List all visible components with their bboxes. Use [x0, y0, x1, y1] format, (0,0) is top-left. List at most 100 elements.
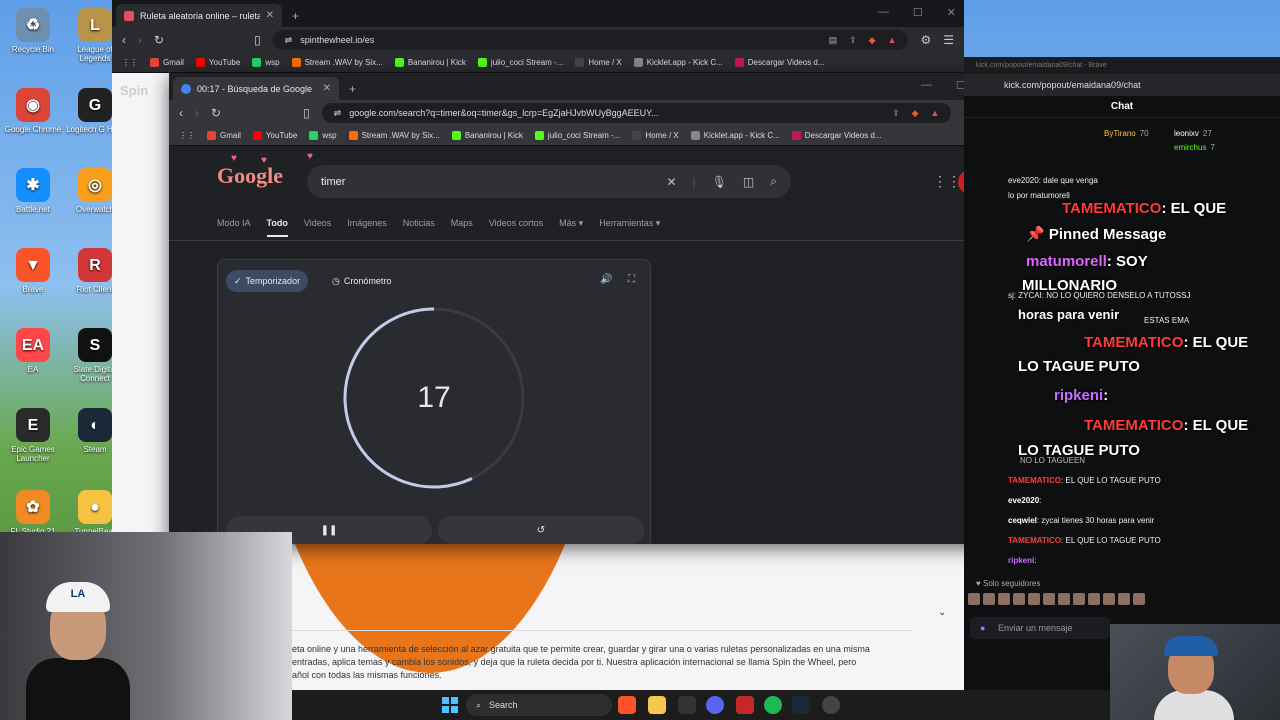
search-tab[interactable]: Herramientas ▾ — [599, 218, 660, 237]
bookmark-item[interactable]: Descargar Videos d... — [791, 131, 882, 140]
apps-icon[interactable]: ⋮⋮ — [179, 131, 195, 140]
brave-rewards-icon[interactable]: ▲ — [888, 35, 897, 46]
bookmark-item[interactable]: Home / X — [632, 131, 679, 140]
bookmark-item[interactable]: Stream .WAV by Six... — [291, 58, 383, 67]
chat-username[interactable]: ripkeni — [1054, 387, 1103, 404]
brave-shield-icon[interactable]: ◆ — [869, 35, 876, 46]
chat-username[interactable]: TAMEMATICO — [1008, 476, 1061, 485]
google-search-box[interactable]: timer ✕ | 🎙 ◫ ⌕ — [307, 165, 791, 198]
bookmark-icon[interactable]: ▯ — [303, 106, 310, 120]
brave-shield-icon[interactable]: ◆ — [912, 108, 919, 119]
file-explorer-icon[interactable] — [648, 696, 666, 714]
close-tab-icon[interactable]: ✕ — [323, 83, 331, 94]
bookmark-item[interactable]: YouTube — [195, 58, 240, 67]
pinned-message[interactable]: 📌 Pinned Message — [1026, 225, 1166, 243]
reset-button[interactable]: ↺ — [438, 516, 644, 544]
search-tab[interactable]: Modo IA — [217, 218, 251, 237]
bookmark-item[interactable]: wsp — [309, 131, 337, 140]
chat-username[interactable]: TAMEMATICO — [1084, 417, 1183, 434]
new-tab-icon[interactable]: + — [349, 82, 356, 96]
back-address-bar[interactable]: ⇌ spinthewheel.io/es ▤ ⇪ ◆ ▲ — [272, 30, 909, 50]
volume-icon[interactable]: 🔊 — [600, 274, 612, 285]
clear-icon[interactable]: ✕ — [667, 175, 677, 189]
forward-icon[interactable]: › — [138, 33, 142, 47]
bookmark-item[interactable]: Bananirou | Kick — [394, 58, 466, 67]
chat-url[interactable]: kick.com/popout/emaidana09/chat — [964, 74, 1280, 96]
search-tab[interactable]: Maps — [451, 218, 473, 237]
bookmark-item[interactable]: julio_coci Stream -... — [477, 58, 563, 67]
bookmark-item[interactable]: Home / X — [575, 58, 622, 67]
menu-icon[interactable]: ☰ — [943, 33, 954, 47]
extensions-icon[interactable]: ⚙ — [920, 33, 931, 47]
share-icon[interactable]: ⇪ — [892, 108, 900, 119]
site-info-icon[interactable]: ⇌ — [285, 35, 293, 46]
apps-icon[interactable]: ⋮⋮ — [122, 58, 138, 67]
bookmark-item[interactable]: julio_coci Stream -... — [534, 131, 620, 140]
reload-icon[interactable]: ↻ — [211, 106, 221, 120]
search-tab[interactable]: Noticias — [403, 218, 435, 237]
search-tab[interactable]: Videos cortos — [489, 218, 543, 237]
bookmark-item[interactable]: Gmail — [207, 131, 241, 140]
chevron-down-icon[interactable]: ⌄ — [938, 607, 946, 618]
bookmark-icon[interactable]: ▯ — [254, 33, 261, 47]
obs-icon[interactable] — [822, 696, 840, 714]
bookmark-item[interactable]: YouTube — [252, 131, 297, 140]
site-info-icon[interactable]: ⇌ — [334, 108, 342, 119]
chat-username[interactable]: ceqwiel — [1008, 516, 1037, 525]
search-tab[interactable]: Todo — [266, 218, 288, 237]
chat-username[interactable]: TAMEMATICO — [1062, 200, 1161, 217]
spotify-icon[interactable] — [764, 696, 782, 714]
share-icon[interactable]: ⇪ — [849, 35, 857, 46]
bookmark-item[interactable]: Gmail — [150, 58, 184, 67]
back-icon[interactable]: ‹ — [122, 33, 126, 47]
bookmark-item[interactable]: wsp — [252, 58, 280, 67]
minimize-icon[interactable]: — — [921, 79, 932, 92]
chat-username[interactable]: matumorell — [1026, 253, 1107, 270]
search-tab[interactable]: Videos — [304, 218, 331, 237]
back-tab[interactable]: Ruleta aleatoria online – ruleta d ✕ — [116, 4, 282, 27]
chat-username[interactable]: eve2020 — [1008, 496, 1039, 505]
microphone-icon[interactable]: 🎙 — [712, 175, 727, 189]
bookmark-item[interactable]: Kicklet.app - Kick C... — [690, 131, 780, 140]
close-tab-icon[interactable]: ✕ — [266, 10, 274, 21]
discord-icon[interactable] — [706, 696, 724, 714]
bookmark-item[interactable]: Kicklet.app - Kick C... — [633, 58, 723, 67]
maximize-icon[interactable]: ☐ — [913, 6, 923, 19]
bookmark-item[interactable]: Bananirou | Kick — [451, 131, 523, 140]
chat-username[interactable]: TAMEMATICO — [1008, 536, 1061, 545]
close-window-icon[interactable]: ✕ — [947, 6, 956, 19]
chat-message-input[interactable]: ● Enviar un mensaje — [970, 617, 1110, 639]
front-tab[interactable]: 00:17 - Búsqueda de Google ✕ — [173, 77, 339, 100]
terminal-icon[interactable] — [678, 696, 696, 714]
gifter-entry[interactable]: leonixv 27 — [1174, 129, 1212, 138]
gifter-entry[interactable]: ByTirano 70 — [1104, 129, 1149, 138]
google-doodle-logo[interactable]: Google — [217, 163, 283, 189]
reader-icon[interactable]: ▤ — [829, 35, 838, 46]
app-icon[interactable] — [736, 696, 754, 714]
new-tab-icon[interactable]: + — [292, 9, 299, 23]
steam-icon[interactable] — [792, 696, 810, 714]
back-icon[interactable]: ‹ — [179, 106, 183, 120]
desktop-icon[interactable]: ✿FL Studio 21 — [0, 490, 66, 536]
start-button[interactable] — [442, 697, 458, 713]
bookmark-item[interactable]: Descargar Videos d... — [734, 58, 825, 67]
search-tab[interactable]: Imágenes — [347, 218, 387, 237]
forward-icon[interactable]: › — [195, 106, 199, 120]
fullscreen-icon[interactable]: ⛶ — [628, 274, 635, 285]
chat-username[interactable]: TAMEMATICO — [1084, 334, 1183, 351]
timer-mode-button[interactable]: ✓ Temporizador — [226, 270, 309, 292]
minimize-icon[interactable]: — — [878, 6, 889, 19]
gifter-entry[interactable]: emirchus 7 — [1174, 143, 1215, 152]
brave-taskbar-icon[interactable] — [618, 696, 636, 714]
search-icon[interactable]: ⌕ — [770, 174, 777, 189]
stopwatch-mode-button[interactable]: ◷ Cronómetro — [324, 270, 399, 292]
brave-rewards-icon[interactable]: ▲ — [931, 108, 940, 119]
desktop-icon[interactable]: ◉ Google Chrome — [0, 88, 66, 134]
desktop-icon[interactable]: ▼ Brave — [0, 248, 66, 294]
search-tab[interactable]: Más ▾ — [559, 218, 583, 237]
chat-username[interactable]: ripkeni — [1008, 556, 1034, 565]
taskbar-search[interactable]: ⌕ Search — [466, 694, 612, 716]
bookmark-item[interactable]: Stream .WAV by Six... — [348, 131, 440, 140]
desktop-icon[interactable]: EA EA — [0, 328, 66, 374]
lens-icon[interactable]: ◫ — [743, 175, 754, 189]
